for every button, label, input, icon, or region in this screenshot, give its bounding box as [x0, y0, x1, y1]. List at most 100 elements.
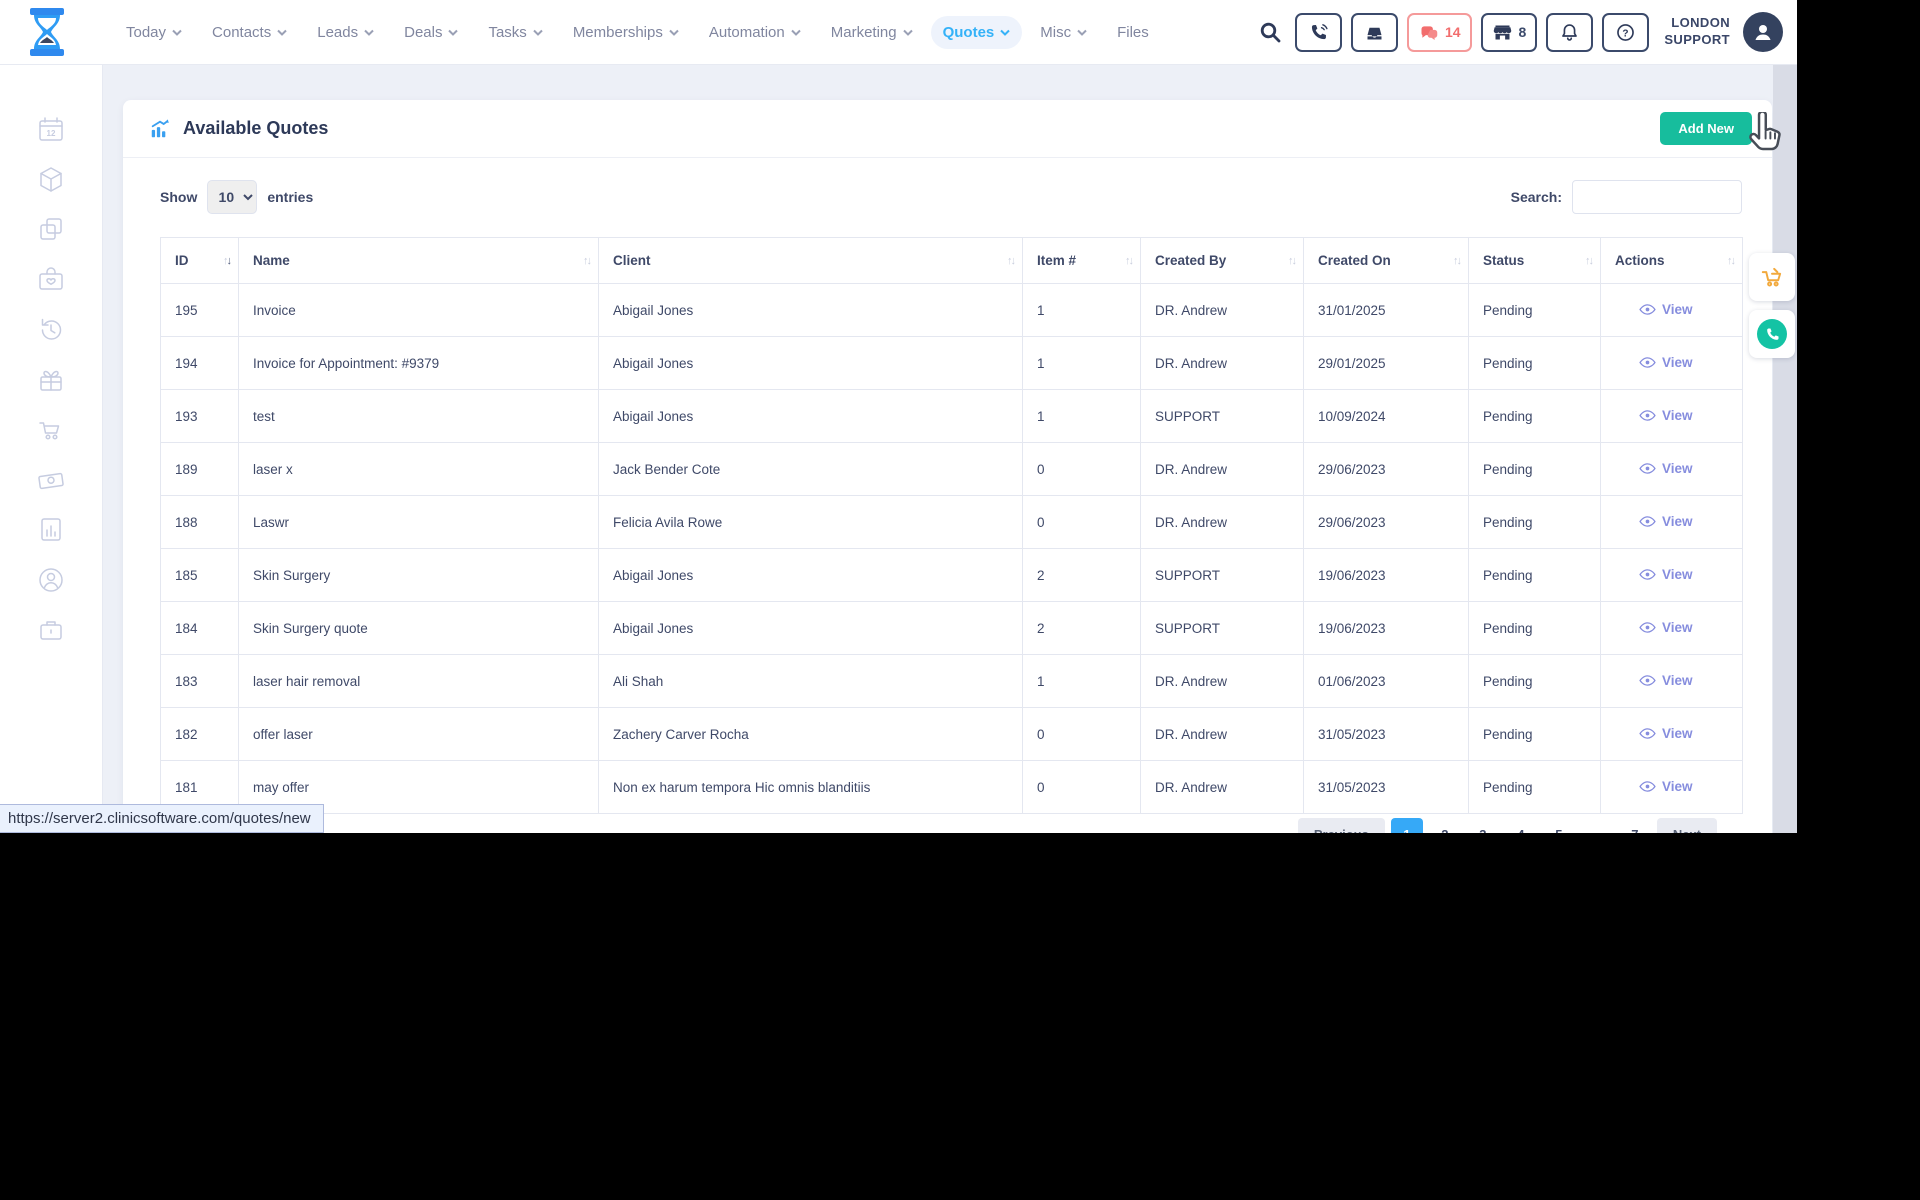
search-icon[interactable] — [1258, 20, 1282, 44]
column-header-items[interactable]: Item #↑↓ — [1023, 238, 1141, 284]
nav-item-label: Quotes — [943, 24, 995, 41]
nav-item-misc[interactable]: Misc — [1028, 16, 1099, 49]
quick-call-button[interactable] — [1749, 310, 1795, 358]
cell-actions: View — [1601, 390, 1743, 443]
eye-icon — [1639, 621, 1656, 634]
copy-icon[interactable] — [36, 215, 66, 245]
nav-item-label: Today — [126, 24, 166, 41]
column-header-created_on[interactable]: Created On↑↓ — [1304, 238, 1469, 284]
cart-icon[interactable] — [36, 415, 66, 445]
view-link[interactable]: View — [1639, 673, 1693, 688]
show-label: Show — [160, 189, 197, 205]
column-header-created_by[interactable]: Created By↑↓ — [1141, 238, 1304, 284]
view-link[interactable]: View — [1639, 726, 1693, 741]
nav-item-label: Marketing — [831, 24, 897, 41]
view-link[interactable]: View — [1639, 514, 1693, 529]
cell-actions: View — [1601, 443, 1743, 496]
cell-created_by: DR. Andrew — [1141, 761, 1304, 814]
bell-icon — [1559, 22, 1580, 43]
view-link[interactable]: View — [1639, 567, 1693, 582]
cell-items: 1 — [1023, 284, 1141, 337]
scrollbar-track[interactable] — [1773, 65, 1797, 833]
column-header-actions[interactable]: Actions↑↓ — [1601, 238, 1743, 284]
view-link[interactable]: View — [1639, 408, 1693, 423]
page-button-7[interactable]: 7 — [1619, 818, 1651, 833]
nav-item-label: Deals — [404, 24, 442, 41]
user-circle-icon[interactable] — [36, 565, 66, 595]
cell-created_by: DR. Andrew — [1141, 708, 1304, 761]
cell-id: 182 — [161, 708, 239, 761]
cell-client: Abigail Jones — [599, 549, 1023, 602]
help-button[interactable]: ? — [1602, 13, 1649, 52]
nav-item-marketing[interactable]: Marketing — [819, 16, 925, 49]
case-lock-icon[interactable] — [36, 615, 66, 645]
history-icon[interactable] — [36, 315, 66, 345]
view-link[interactable]: View — [1639, 355, 1693, 370]
nav-item-leads[interactable]: Leads — [305, 16, 386, 49]
user-name: LONDON SUPPORT — [1664, 15, 1730, 49]
cell-status: Pending — [1469, 549, 1601, 602]
store-button[interactable]: 8 — [1481, 13, 1538, 52]
page-title: Available Quotes — [149, 118, 328, 140]
nav-item-quotes[interactable]: Quotes — [931, 16, 1023, 49]
quick-cart-button[interactable] — [1749, 253, 1795, 301]
page-button-1[interactable]: 1 — [1391, 818, 1423, 833]
view-link[interactable]: View — [1639, 779, 1693, 794]
inbox-button[interactable] — [1351, 13, 1398, 52]
add-new-button[interactable]: Add New — [1660, 112, 1752, 145]
cell-client: Felicia Avila Rowe — [599, 496, 1023, 549]
sort-arrows-icon: ↑↓ — [583, 255, 590, 267]
column-header-client[interactable]: Client↑↓ — [599, 238, 1023, 284]
dialer-button[interactable] — [1295, 13, 1342, 52]
nav-item-memberships[interactable]: Memberships — [561, 16, 691, 49]
nav-item-tasks[interactable]: Tasks — [476, 16, 554, 49]
column-header-name[interactable]: Name↑↓ — [239, 238, 599, 284]
nav-item-today[interactable]: Today — [114, 16, 194, 49]
card-header: Available Quotes Add New — [123, 100, 1772, 158]
view-label: View — [1662, 461, 1693, 476]
view-link[interactable]: View — [1639, 461, 1693, 476]
report-icon[interactable] — [36, 515, 66, 545]
cell-items: 1 — [1023, 337, 1141, 390]
cell-status: Pending — [1469, 655, 1601, 708]
cell-status: Pending — [1469, 284, 1601, 337]
user-avatar[interactable] — [1743, 12, 1783, 52]
bag-icon[interactable] — [36, 265, 66, 295]
next-page-button[interactable]: Next — [1657, 818, 1717, 833]
nav-item-deals[interactable]: Deals — [392, 16, 470, 49]
page-button-5[interactable]: 5 — [1543, 818, 1575, 833]
page-button-4[interactable]: 4 — [1505, 818, 1537, 833]
cell-client: Abigail Jones — [599, 284, 1023, 337]
table-search-input[interactable] — [1572, 180, 1742, 214]
page-button-…[interactable]: … — [1581, 818, 1613, 833]
view-label: View — [1662, 355, 1693, 370]
money-icon[interactable] — [36, 465, 66, 495]
column-header-status[interactable]: Status↑↓ — [1469, 238, 1601, 284]
view-link[interactable]: View — [1639, 302, 1693, 317]
notifications-button[interactable] — [1546, 13, 1593, 52]
previous-page-button[interactable]: Previous — [1298, 818, 1385, 833]
calendar-icon[interactable]: 12 — [36, 115, 66, 145]
person-icon — [1751, 20, 1775, 44]
cell-client: Non ex harum tempora Hic omnis blanditii… — [599, 761, 1023, 814]
nav-item-contacts[interactable]: Contacts — [200, 16, 299, 49]
page-size-select[interactable]: 10 — [207, 180, 257, 214]
column-header-id[interactable]: ID↑↓ — [161, 238, 239, 284]
nav-item-automation[interactable]: Automation — [697, 16, 813, 49]
package-icon[interactable] — [36, 165, 66, 195]
cell-created_by: DR. Andrew — [1141, 496, 1304, 549]
cell-id: 193 — [161, 390, 239, 443]
sort-arrows-icon: ↑↓ — [223, 255, 230, 267]
page-button-2[interactable]: 2 — [1429, 818, 1461, 833]
nav-item-files[interactable]: Files — [1105, 16, 1161, 49]
cell-created_by: SUPPORT — [1141, 390, 1304, 443]
cell-items: 1 — [1023, 390, 1141, 443]
gift-icon[interactable] — [36, 365, 66, 395]
cell-created_on: 19/06/2023 — [1304, 549, 1469, 602]
cell-created_on: 29/01/2025 — [1304, 337, 1469, 390]
page-button-3[interactable]: 3 — [1467, 818, 1499, 833]
store-icon — [1492, 22, 1513, 43]
chat-button[interactable]: 14 — [1407, 13, 1472, 52]
view-link[interactable]: View — [1639, 620, 1693, 635]
clinicsoftware-logo[interactable] — [24, 7, 70, 57]
